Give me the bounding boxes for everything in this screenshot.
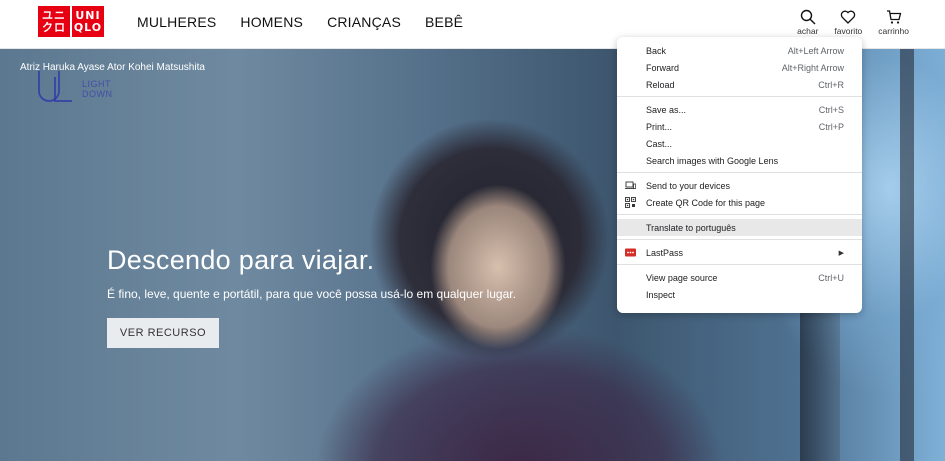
- nav-bebe[interactable]: BEBÊ: [425, 14, 463, 30]
- view-feature-button[interactable]: VER RECURSO: [107, 318, 219, 348]
- menu-item-reload[interactable]: Reload Ctrl+R: [617, 76, 862, 93]
- menu-item-label: Send to your devices: [646, 180, 731, 191]
- menu-item-shortcut: Ctrl+R: [818, 79, 844, 90]
- menu-item-shortcut: Ctrl+P: [818, 121, 844, 132]
- lastpass-icon: [625, 248, 636, 257]
- hero-subtitle: É fino, leve, quente e portátil, para qu…: [107, 287, 516, 301]
- menu-item-label: Back: [646, 45, 667, 56]
- menu-item-lastpass[interactable]: LastPass ▶: [617, 244, 862, 261]
- menu-item-google-lens[interactable]: Search images with Google Lens: [617, 152, 862, 169]
- logo-katakana-top: ユニ: [42, 8, 66, 22]
- menu-item-translate[interactable]: Translate to português: [617, 219, 862, 236]
- menu-item-cast[interactable]: Cast...: [617, 135, 862, 152]
- hero-title: Descendo para viajar.: [107, 245, 375, 275]
- menu-item-inspect[interactable]: Inspect: [617, 286, 862, 303]
- nav-homens[interactable]: HOMENS: [240, 14, 303, 30]
- menu-item-view-source[interactable]: View page source Ctrl+U: [617, 269, 862, 286]
- logo-katakana-bottom: クロ: [42, 20, 66, 34]
- menu-separator: [617, 172, 862, 173]
- cart-label: carrinho: [878, 26, 909, 36]
- light-down-logo: LIGHT DOWN: [36, 71, 126, 105]
- logo-latin-top: UNI: [75, 8, 101, 22]
- menu-item-label: Save as...: [646, 104, 687, 115]
- search-button[interactable]: achar: [797, 9, 818, 36]
- menu-item-label: Cast...: [646, 138, 673, 149]
- menu-item-label: Search images with Google Lens: [646, 155, 779, 166]
- menu-item-back[interactable]: Back Alt+Left Arrow: [617, 42, 862, 59]
- menu-item-shortcut: Ctrl+U: [818, 272, 844, 283]
- window-frame-decor: [900, 49, 914, 461]
- favorite-label: favorito: [834, 26, 863, 36]
- menu-item-label: Reload: [646, 79, 675, 90]
- heart-icon: [841, 10, 856, 24]
- logo-katakana-box: ユニ クロ: [38, 6, 70, 37]
- menu-separator: [617, 214, 862, 215]
- menu-item-label: Translate to português: [646, 222, 736, 233]
- menu-item-label: Print...: [646, 121, 673, 132]
- light-down-line: DOWN: [82, 89, 113, 99]
- menu-item-label: Inspect: [646, 289, 676, 300]
- menu-item-label: LastPass: [646, 247, 684, 258]
- favorite-button[interactable]: favorito: [834, 9, 862, 36]
- cart-button[interactable]: carrinho: [878, 9, 909, 36]
- menu-item-shortcut: Alt+Right Arrow: [781, 62, 844, 73]
- header-actions: achar favorito carrinho: [797, 9, 909, 36]
- search-label: achar: [797, 26, 819, 36]
- uniqlo-logo[interactable]: ユニ クロ UNI QLO: [38, 6, 104, 37]
- menu-item-forward[interactable]: Forward Alt+Right Arrow: [617, 59, 862, 76]
- menu-item-label: View page source: [646, 272, 718, 283]
- menu-item-shortcut: Ctrl+S: [818, 104, 844, 115]
- menu-item-save-as[interactable]: Save as... Ctrl+S: [617, 101, 862, 118]
- photo-credit: Atriz Haruka Ayase Ator Kohei Matsushita: [20, 62, 205, 73]
- light-down-line: LIGHT: [82, 79, 112, 89]
- menu-item-shortcut: Alt+Left Arrow: [787, 45, 844, 56]
- light-down-text: LIGHT DOWN: [82, 79, 113, 99]
- logo-latin-box: UNI QLO: [72, 6, 104, 37]
- menu-separator: [617, 264, 862, 265]
- submenu-arrow-icon: ▶: [838, 249, 844, 257]
- nav-criancas[interactable]: CRIANÇAS: [327, 14, 401, 30]
- logo-latin-bottom: QLO: [73, 20, 103, 34]
- devices-icon: [625, 181, 636, 189]
- menu-item-qr-code[interactable]: Create QR Code for this page: [617, 194, 862, 211]
- cart-icon: [886, 10, 901, 24]
- menu-item-label: Forward: [646, 62, 680, 73]
- menu-item-print[interactable]: Print... Ctrl+P: [617, 118, 862, 135]
- menu-item-label: Create QR Code for this page: [646, 197, 766, 208]
- light-down-mark-icon: [38, 71, 72, 102]
- menu-separator: [617, 239, 862, 240]
- context-menu: Back Alt+Left Arrow Forward Alt+Right Ar…: [617, 37, 862, 313]
- qr-code-icon: [625, 197, 636, 208]
- menu-item-send-to-devices[interactable]: Send to your devices: [617, 177, 862, 194]
- nav-mulheres[interactable]: MULHERES: [137, 14, 216, 30]
- main-nav: MULHERES HOMENS CRIANÇAS BEBÊ: [137, 14, 463, 30]
- search-icon: [800, 9, 816, 25]
- menu-separator: [617, 96, 862, 97]
